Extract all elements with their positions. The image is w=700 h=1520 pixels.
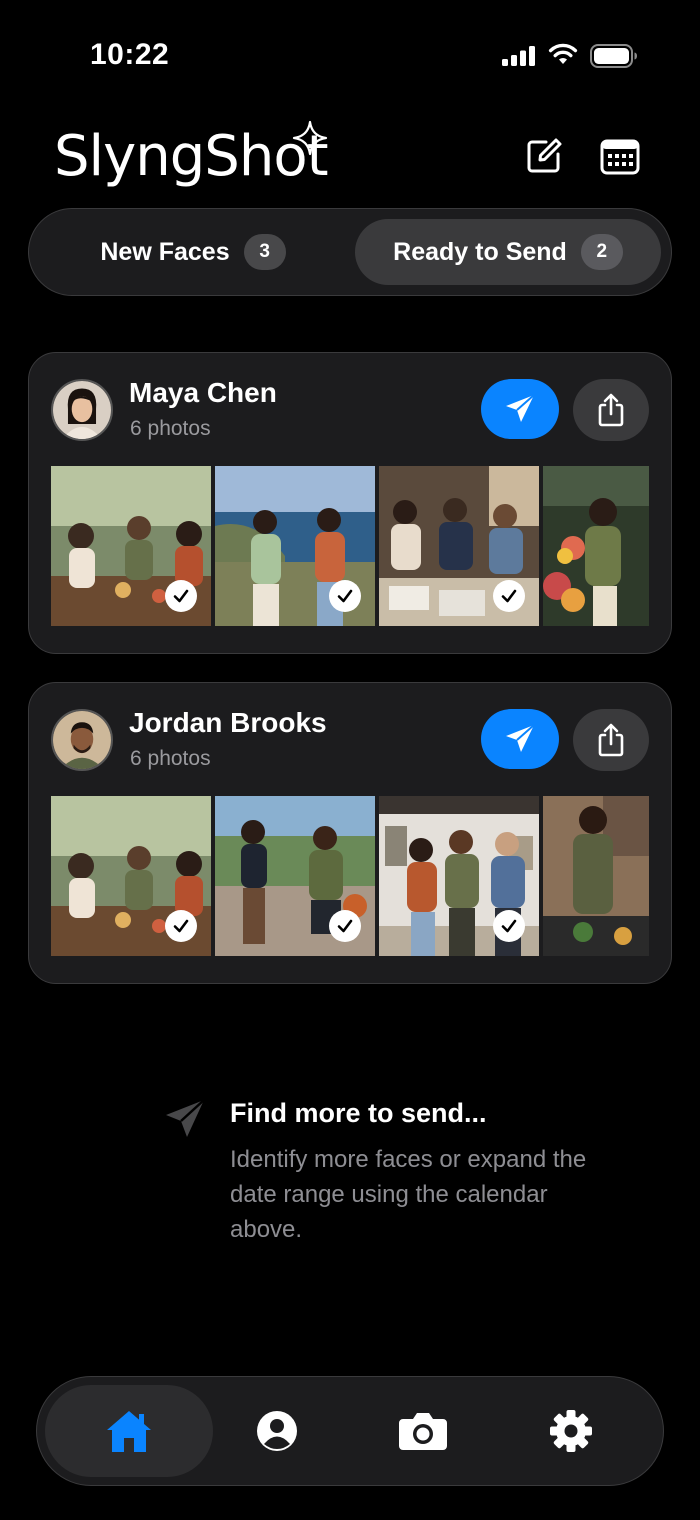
wifi-icon: [548, 43, 578, 64]
tab-count-badge: 2: [580, 234, 623, 270]
find-more-title: Find more to send...: [230, 1098, 487, 1128]
photo-thumbnail[interactable]: [543, 796, 649, 956]
share-icon: [598, 393, 624, 427]
compose-icon: [527, 138, 562, 173]
photo-thumbnail[interactable]: [51, 466, 211, 626]
tab-ready-to-send[interactable]: Ready to Send 2: [355, 219, 661, 285]
person-card: Jordan Brooks 6 photos: [28, 682, 672, 984]
photo-count: 6 photos: [130, 747, 211, 770]
app-logo-text: SlyngShot: [54, 124, 329, 189]
find-more-body: Identify more faces or expand the date r…: [230, 1146, 587, 1243]
camera-icon: [399, 1413, 447, 1450]
paper-plane-icon: [506, 724, 535, 752]
selected-check-icon[interactable]: [329, 910, 361, 942]
share-icon: [598, 723, 624, 757]
find-more-section: Find more to send... Identify more faces…: [164, 1096, 624, 1256]
settings-icon: [550, 1410, 592, 1452]
sparkle-icon: [292, 120, 328, 156]
status-time: 10:22: [90, 38, 170, 71]
paper-plane-icon: [166, 1099, 205, 1137]
nav-camera[interactable]: [339, 1385, 507, 1477]
share-button[interactable]: [573, 379, 649, 441]
tab-count-badge: 3: [243, 234, 286, 270]
tab-label: New Faces: [100, 237, 230, 266]
photo-thumbnail[interactable]: [215, 796, 375, 956]
battery-icon: [590, 44, 637, 68]
person-card: Maya Chen 6 photos: [28, 352, 672, 654]
app-logo: SlyngShot: [54, 120, 334, 200]
send-button[interactable]: [481, 709, 559, 769]
photo-thumbnail[interactable]: [543, 466, 649, 626]
photo-thumbnail[interactable]: [51, 796, 211, 956]
selected-check-icon[interactable]: [329, 580, 361, 612]
photo-thumbnail[interactable]: [215, 466, 375, 626]
compose-button[interactable]: [522, 134, 566, 178]
paper-plane-icon: [506, 394, 535, 422]
photo-strip: [51, 796, 649, 958]
profile-icon: [257, 1411, 297, 1451]
nav-home[interactable]: [45, 1385, 213, 1477]
status-bar: 10:22: [0, 0, 700, 110]
selected-check-icon[interactable]: [165, 580, 197, 612]
cellular-signal-icon: [502, 46, 535, 66]
home-icon: [107, 1411, 151, 1452]
avatar[interactable]: [51, 379, 113, 441]
calendar-icon: [600, 139, 640, 175]
tab-label: Ready to Send: [393, 237, 567, 266]
selected-check-icon[interactable]: [493, 580, 525, 612]
photo-thumbnail[interactable]: [379, 466, 539, 626]
selected-check-icon[interactable]: [165, 910, 197, 942]
share-button[interactable]: [573, 709, 649, 771]
person-name: Jordan Brooks: [129, 707, 327, 738]
photo-count: 6 photos: [130, 417, 211, 440]
photo-thumbnail[interactable]: [379, 796, 539, 956]
avatar[interactable]: [51, 709, 113, 771]
photo-strip: [51, 466, 649, 628]
send-button[interactable]: [481, 379, 559, 439]
selected-check-icon[interactable]: [493, 910, 525, 942]
segmented-tabs: New Faces 3 Ready to Send 2: [28, 208, 672, 296]
nav-profile[interactable]: [193, 1385, 361, 1477]
tab-new-faces[interactable]: New Faces 3: [43, 219, 343, 285]
calendar-button[interactable]: [598, 134, 642, 178]
person-name: Maya Chen: [129, 377, 277, 408]
nav-settings[interactable]: [487, 1385, 655, 1477]
bottom-nav: [36, 1376, 664, 1486]
